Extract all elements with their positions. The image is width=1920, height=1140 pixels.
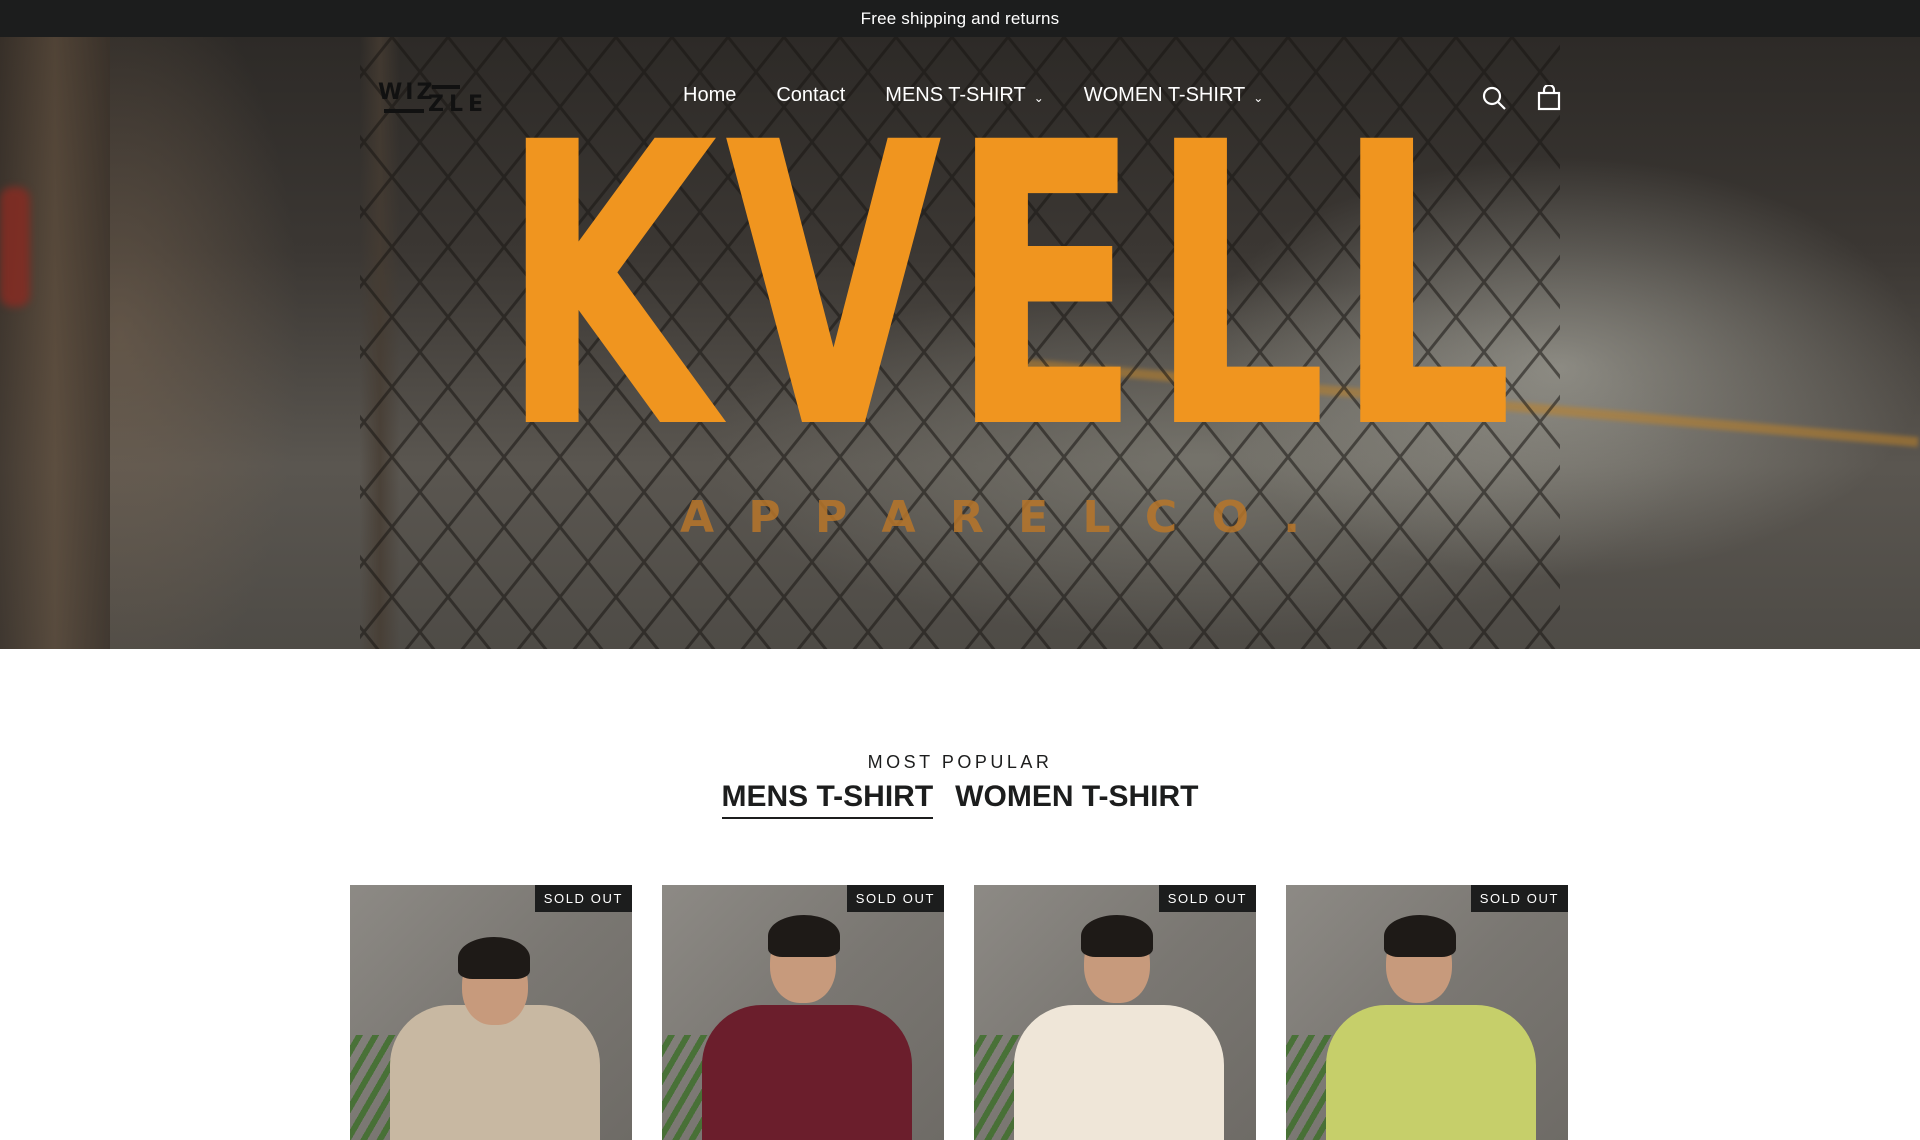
product-card[interactable]: SOLD OUT	[974, 885, 1256, 1140]
announcement-bar: Free shipping and returns	[0, 0, 1920, 37]
cart-icon[interactable]	[1536, 85, 1562, 111]
nav-item-contact[interactable]: Contact	[776, 84, 845, 107]
nav-item-label: Home	[683, 84, 737, 106]
hero-sub-letter: P	[814, 492, 848, 543]
sold-out-badge: SOLD OUT	[1158, 885, 1256, 912]
nav-item-label: MENS T-SHIRT	[885, 84, 1026, 106]
chevron-down-icon: ⌄	[1253, 90, 1264, 105]
product-card[interactable]: SOLD OUT	[662, 885, 944, 1140]
tab-mens-tshirt[interactable]: MENS T-SHIRT	[721, 780, 934, 819]
logo-bar	[384, 109, 424, 113]
hero-sub-letter: O	[1211, 492, 1249, 543]
hero-brand-subtitle: A P P A R E L C O .	[680, 492, 1300, 543]
product-card[interactable]: SOLD OUT	[350, 885, 632, 1140]
model-hair	[1081, 915, 1153, 957]
nav-item-label: WOMEN T-SHIRT	[1083, 84, 1246, 106]
hero-sub-letter: P	[748, 492, 781, 543]
sold-out-badge: SOLD OUT	[846, 885, 944, 912]
search-icon[interactable]	[1481, 85, 1507, 111]
hero-letter: K	[500, 60, 725, 514]
hero-sub-letter: R	[949, 492, 984, 543]
hero-letter: V	[724, 60, 950, 514]
announcement-text: Free shipping and returns	[860, 8, 1060, 28]
product-shirt	[1326, 1005, 1536, 1140]
nav-item-mens-tshirt[interactable]: MENS T-SHIRT ⌄	[885, 84, 1043, 107]
sold-out-badge: SOLD OUT	[534, 885, 632, 912]
hero-sub-letter: E	[1018, 492, 1049, 543]
hero-brand-wordmark: K V E L L	[500, 60, 1513, 514]
hero-sub-letter: A	[881, 492, 916, 543]
nav-item-label: Contact	[776, 84, 846, 106]
model-hair	[768, 915, 840, 957]
hero-sub-letter: C	[1144, 492, 1178, 543]
chevron-down-icon: ⌄	[1033, 90, 1044, 105]
section-label: MOST POPULAR	[867, 752, 1053, 772]
logo-text-top: WIZ	[378, 80, 436, 105]
collection-tabs: MENS T-SHIRT WOMEN T-SHIRT	[0, 780, 1920, 819]
logo-text-bottom: ZLE	[428, 92, 488, 117]
nav-item-home[interactable]: Home	[683, 84, 736, 107]
header-icons	[1481, 85, 1562, 111]
model-hair	[458, 937, 530, 979]
tab-women-tshirt[interactable]: WOMEN T-SHIRT	[955, 780, 1198, 819]
product-shirt	[702, 1005, 912, 1140]
hero-sub-letter: .	[1283, 492, 1300, 543]
site-logo[interactable]: WIZ ZLE	[378, 80, 488, 117]
model-hair	[1384, 915, 1456, 957]
hero-letter: L	[1334, 60, 1521, 514]
nav-item-women-tshirt[interactable]: WOMEN T-SHIRT ⌄	[1084, 84, 1264, 107]
product-card[interactable]: SOLD OUT	[1286, 885, 1568, 1140]
product-shirt	[390, 1005, 600, 1140]
main-nav: Home Contact MENS T-SHIRT ⌄ WOMEN T-SHIR…	[683, 84, 1263, 107]
hero-sub-letter: L	[1082, 492, 1111, 543]
hero-banner[interactable]: K V E L L A P P A R E L C O .	[0, 37, 1920, 649]
hero-letter: L	[1148, 60, 1335, 514]
hero-letter: E	[949, 60, 1149, 514]
hero-sub-letter: A	[680, 492, 715, 543]
product-shirt	[1014, 1005, 1224, 1140]
sold-out-badge: SOLD OUT	[1470, 885, 1568, 912]
logo-bar	[432, 85, 460, 89]
product-grid: SOLD OUT SOLD OUT SOLD OUT SOLD OUT	[350, 885, 1570, 1140]
